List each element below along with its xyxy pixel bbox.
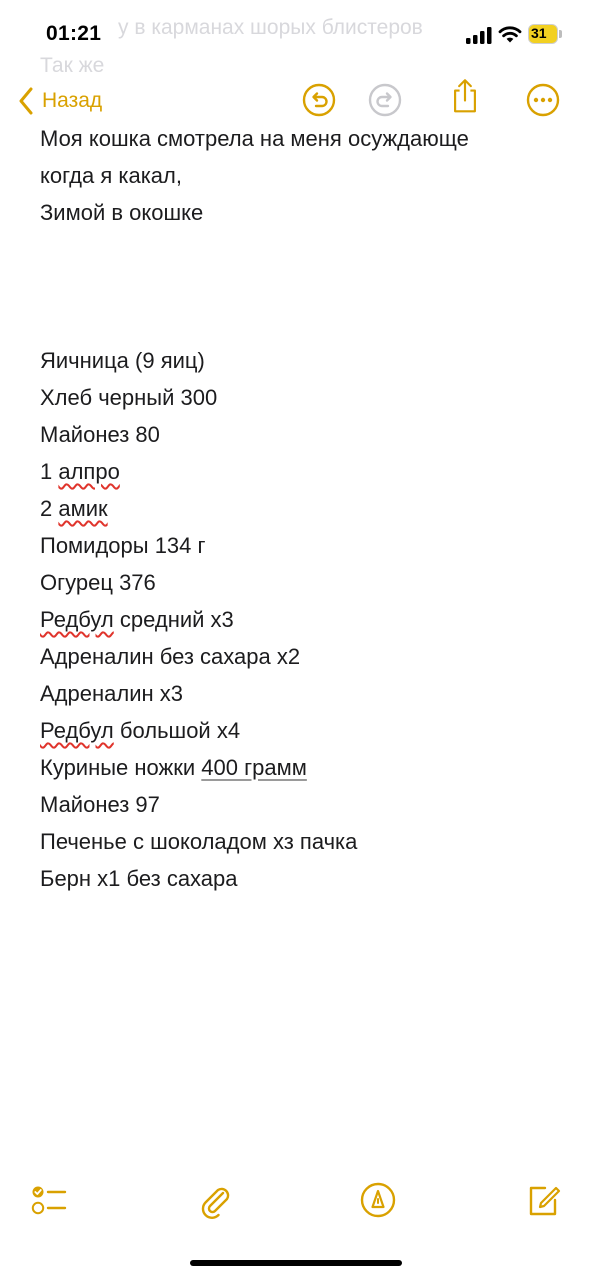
shopping-list: Яичница (9 яиц) Хлеб черный 300 Майонез 80… (40, 342, 560, 897)
list-item: Редбул большой х4 (40, 712, 560, 749)
more-icon[interactable] (525, 82, 561, 118)
list-item: Хлеб черный 300 (40, 379, 560, 416)
compose-icon[interactable] (525, 1181, 563, 1219)
wifi-icon (498, 26, 522, 43)
attachment-icon[interactable] (196, 1181, 234, 1219)
list-item-text: Яичница (9 яиц) (40, 348, 205, 373)
chevron-left-icon (19, 87, 33, 115)
list-item-text: большой х4 (113, 718, 241, 743)
back-button[interactable]: Назад (18, 84, 102, 118)
list-item-text: Майонез 80 (40, 422, 160, 447)
note-line: когда я какал, (40, 163, 182, 188)
misspelled-word: алпро (58, 459, 120, 484)
list-item: Адреналин без сахара х2 (40, 638, 560, 675)
navigation-bar: Назад (0, 76, 591, 126)
list-item: Печенье с шоколадом хз пачка (40, 823, 560, 860)
list-item: Адреналин х3 (40, 675, 560, 712)
back-label: Назад (42, 89, 103, 112)
home-indicator (190, 1260, 402, 1266)
list-item: Куриные ножки 400 грамм (40, 749, 560, 786)
list-item-text: Печенье с шоколадом хз пачка (40, 829, 358, 854)
status-bar: у в карманах шорых блистеров Так же 01:2… (0, 0, 591, 77)
list-item: Майонез 80 (40, 416, 560, 453)
list-item: 1 алпро (40, 453, 560, 490)
list-item-text: Берн х1 без сахара (40, 866, 238, 891)
list-item-text: 1 (40, 459, 59, 484)
list-item-text: Помидоры 134 г (40, 533, 206, 558)
redo-icon[interactable] (367, 82, 403, 118)
list-item: Редбул средний х3 (40, 601, 560, 638)
list-item: 2 амик (40, 490, 560, 527)
list-item-text: 2 (40, 496, 59, 521)
list-item-text: Куриные ножки (40, 755, 202, 780)
markup-icon[interactable] (359, 1181, 397, 1219)
note-body[interactable]: Моя кошка смотрела на меня осуждающе ког… (40, 120, 560, 897)
list-item-text: Огурец 376 (40, 570, 156, 595)
share-icon[interactable] (447, 78, 483, 114)
list-item-text: средний х3 (113, 607, 234, 632)
list-item-text: Адреналин х3 (40, 681, 183, 706)
misspelled-word: амик (58, 496, 108, 521)
background-note-text: у в карманах шорых блистеров (118, 16, 423, 39)
checklist-icon[interactable] (30, 1181, 68, 1219)
note-line: Моя кошка смотрела на меня осуждающе (40, 126, 469, 151)
status-time: 01:21 (46, 22, 102, 45)
list-item: Помидоры 134 г (40, 527, 560, 564)
battery-level: 31 (531, 25, 547, 41)
list-item-text: Адреналин без сахара х2 (40, 644, 301, 669)
battery-icon: 31 (528, 24, 564, 44)
misspelled-word: Редбул (40, 607, 114, 632)
list-item-text: Майонез 97 (40, 792, 160, 817)
list-item: Майонез 97 (40, 786, 560, 823)
note-line: Зимой в окошке (40, 200, 204, 225)
bottom-toolbar (0, 1175, 591, 1225)
undo-icon[interactable] (301, 82, 337, 118)
list-item-text: Хлеб черный 300 (40, 385, 218, 410)
list-item: Яичница (9 яиц) (40, 342, 560, 379)
detected-data-link[interactable]: 400 грамм (201, 755, 307, 780)
background-note-text: Так же (40, 54, 105, 77)
list-item: Огурец 376 (40, 564, 560, 601)
misspelled-word: Редбул (40, 718, 114, 743)
blank-lines (40, 231, 560, 342)
cellular-signal-icon (466, 27, 492, 44)
list-item: Берн х1 без сахара (40, 860, 560, 897)
